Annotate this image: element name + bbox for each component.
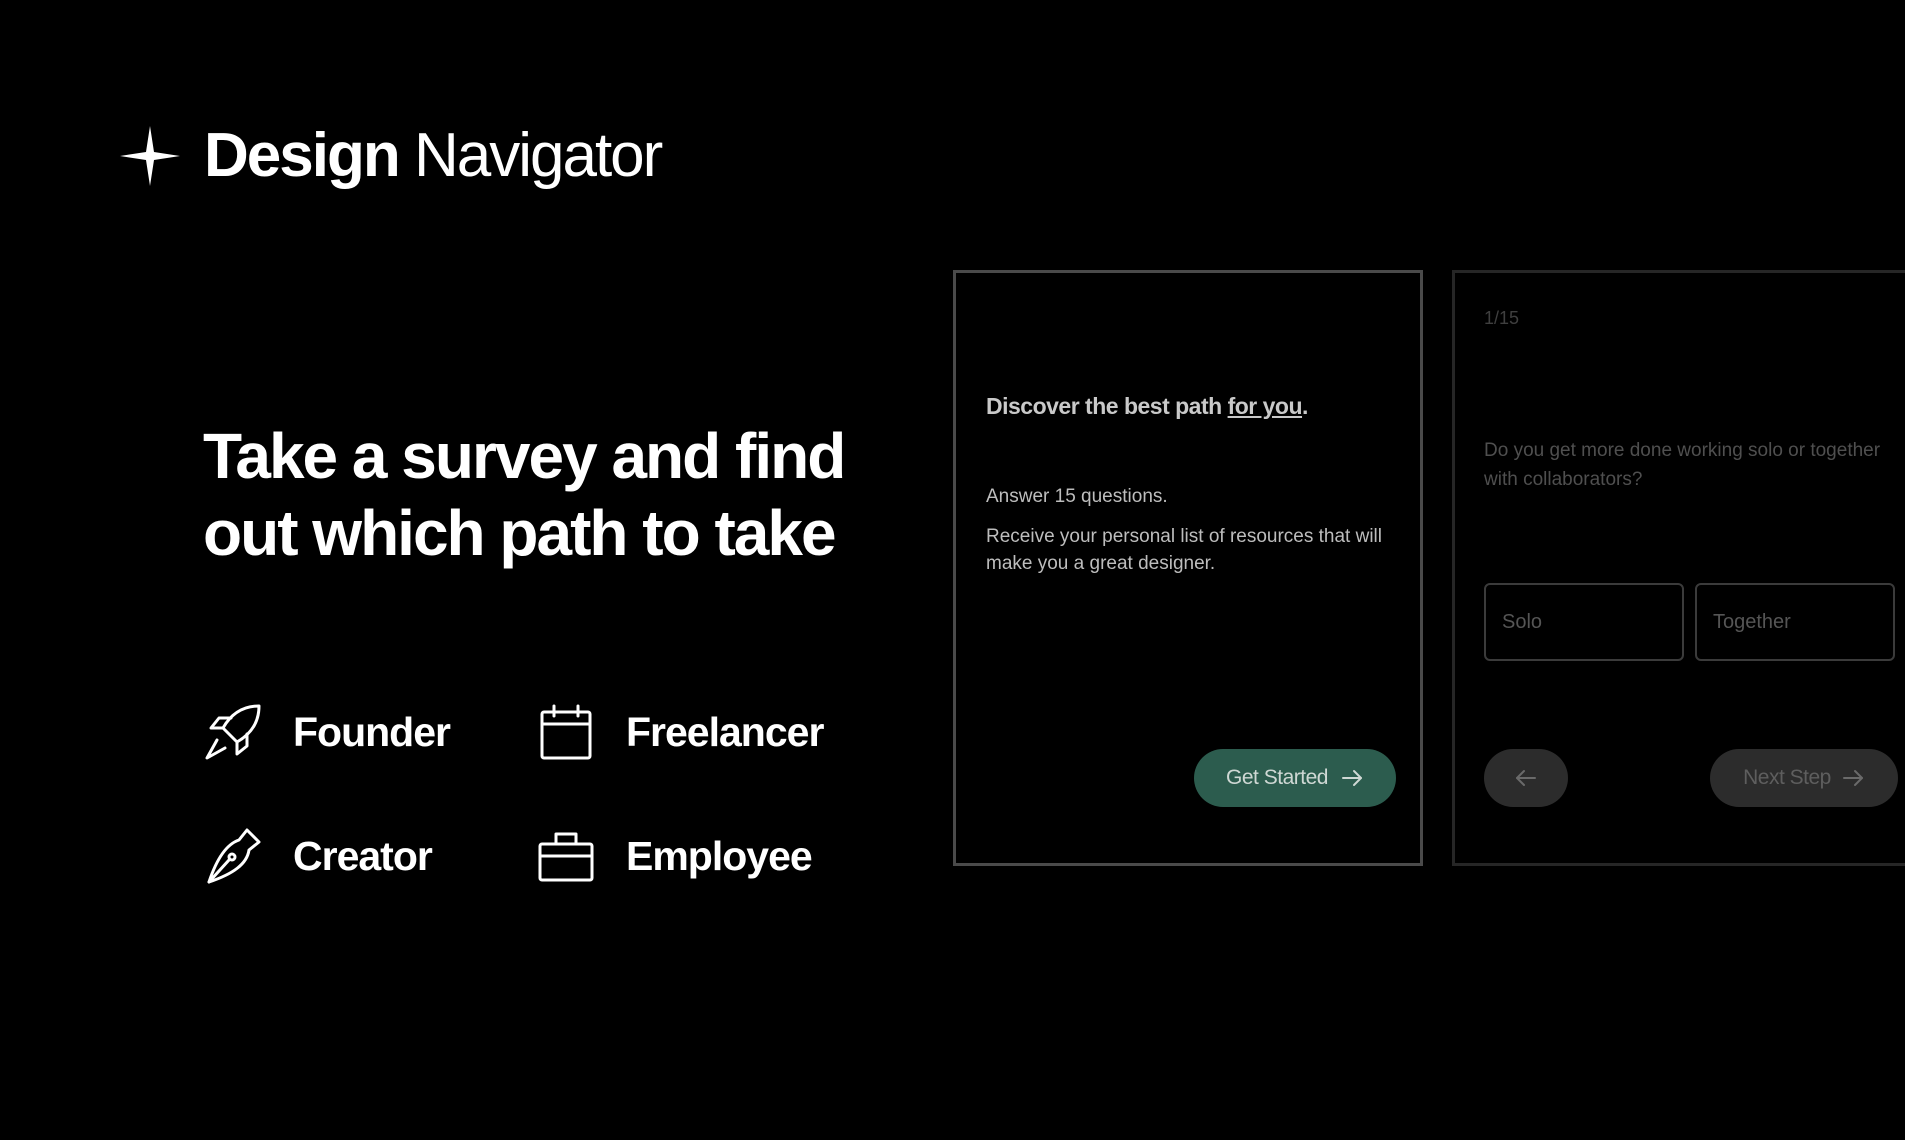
arrow-right-icon bbox=[1842, 770, 1863, 786]
role-label-founder: Founder bbox=[293, 708, 451, 755]
arrow-left-icon bbox=[1516, 770, 1536, 786]
pen-nib-icon bbox=[207, 828, 261, 884]
option-together[interactable]: Together bbox=[1695, 583, 1895, 661]
role-freelancer: Freelancer bbox=[536, 700, 824, 764]
arrow-right-icon bbox=[1341, 770, 1362, 786]
question-card: 1/15 Do you get more done working solo o… bbox=[1452, 270, 1905, 866]
intro-title-prefix: Discover the best path bbox=[986, 393, 1228, 419]
briefcase-icon bbox=[538, 832, 594, 882]
role-creator: Creator bbox=[203, 824, 433, 888]
hero-headline-line1: Take a survey and find bbox=[203, 420, 846, 492]
role-list: Founder Freelancer Creator Employee bbox=[203, 700, 883, 884]
intro-card: Discover the best path for you. Answer 1… bbox=[953, 270, 1423, 866]
intro-description-1: Answer 15 questions. bbox=[986, 486, 1168, 507]
brand-name-bold: Design bbox=[204, 121, 401, 190]
role-label-creator: Creator bbox=[293, 832, 433, 879]
calendar-icon bbox=[540, 704, 592, 760]
four-point-star-icon bbox=[120, 126, 180, 186]
option-solo[interactable]: Solo bbox=[1484, 583, 1684, 661]
brand-name-light: Navigator bbox=[413, 121, 663, 190]
hero-headline: Take a survey and find out which path to… bbox=[203, 418, 883, 572]
hero-headline-line2: out which path to take bbox=[203, 497, 837, 569]
get-started-button[interactable]: Get Started bbox=[1194, 749, 1396, 807]
brand-logo[interactable]: Design Navigator bbox=[118, 124, 663, 188]
question-progress: 1/15 bbox=[1484, 308, 1520, 328]
intro-title-accent: for you bbox=[1227, 393, 1303, 419]
brand-name: Design Navigator bbox=[204, 125, 663, 187]
get-started-label: Get Started bbox=[1226, 766, 1328, 789]
back-button[interactable] bbox=[1484, 749, 1568, 807]
role-label-freelancer: Freelancer bbox=[626, 708, 824, 755]
next-step-label: Next Step bbox=[1743, 766, 1831, 789]
question-text: Do you get more done working solo or tog… bbox=[1484, 440, 1881, 490]
role-founder: Founder bbox=[203, 700, 451, 764]
next-step-button[interactable]: Next Step bbox=[1710, 749, 1898, 807]
role-label-employee: Employee bbox=[626, 832, 813, 879]
rocket-icon bbox=[205, 704, 261, 760]
intro-title-suffix: . bbox=[1302, 393, 1308, 419]
role-employee: Employee bbox=[536, 824, 813, 888]
intro-title: Discover the best path for you. bbox=[986, 393, 1308, 420]
intro-description-2: Receive your personal list of resources … bbox=[986, 526, 1383, 574]
